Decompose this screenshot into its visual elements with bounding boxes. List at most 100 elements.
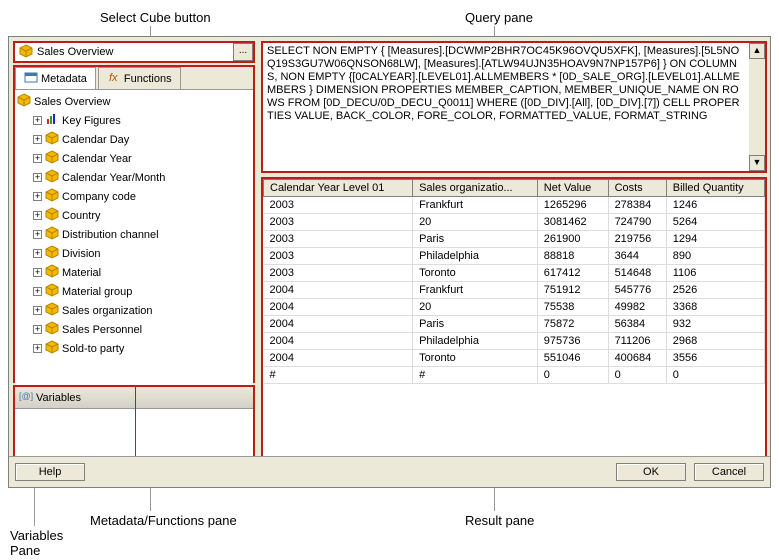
table-header[interactable]: Calendar Year Level 01 (264, 180, 413, 197)
table-cell: 617412 (537, 265, 608, 282)
table-cell: 2968 (666, 333, 764, 350)
tree-item[interactable]: +Sales Personnel (33, 320, 251, 339)
variables-header: [@] Variables (15, 387, 253, 409)
table-cell: 711206 (608, 333, 666, 350)
help-button[interactable]: Help (15, 463, 85, 481)
tab-label: Functions (124, 73, 172, 85)
tree-item-label: Distribution channel (62, 229, 159, 241)
tree-item-icon (45, 150, 59, 167)
table-cell: 2526 (666, 282, 764, 299)
table-cell: 1294 (666, 231, 764, 248)
annotation-meta-pane: Metadata/Functions pane (90, 513, 237, 528)
table-header[interactable]: Net Value (537, 180, 608, 197)
cube-icon (17, 93, 31, 110)
expand-icon[interactable]: + (33, 154, 42, 163)
cancel-button[interactable]: Cancel (694, 463, 764, 481)
table-row[interactable]: 2004Toronto5510464006843556 (264, 350, 765, 367)
tree-item[interactable]: + Calendar Year (33, 149, 251, 168)
tree-item-icon (45, 340, 59, 357)
cube-select-bar: Sales Overview ... (13, 41, 255, 63)
table-cell: 545776 (608, 282, 666, 299)
table-cell: 724790 (608, 214, 666, 231)
tree-root[interactable]: Sales Overview (17, 92, 251, 111)
metadata-tree[interactable]: Sales Overview +Key Figures+Calendar Day… (15, 90, 253, 385)
table-row[interactable]: 2004Frankfurt7519125457762526 (264, 282, 765, 299)
tree-item[interactable]: +Calendar Day (33, 130, 251, 149)
tree-item-icon (45, 283, 59, 300)
tab-metadata[interactable]: Metadata (15, 67, 96, 89)
tree-item-label: Country (62, 210, 101, 222)
expand-icon[interactable]: + (33, 344, 42, 353)
table-row[interactable]: 2004Paris7587256384932 (264, 316, 765, 333)
expand-icon[interactable]: + (33, 268, 42, 277)
expand-icon[interactable]: + (33, 287, 42, 296)
table-row[interactable]: 20042075538499823368 (264, 299, 765, 316)
table-row[interactable]: 2003Paris2619002197561294 (264, 231, 765, 248)
ok-button[interactable]: OK (616, 463, 686, 481)
table-row[interactable]: 2003Frankfurt12652962783841246 (264, 197, 765, 214)
tree-item[interactable]: +Sales organization (33, 301, 251, 320)
annotation-vars-pane: Variables (10, 528, 63, 543)
tree-item[interactable]: + Sold-to party (33, 339, 251, 358)
tree-item-icon (45, 207, 59, 224)
tree-item[interactable]: +Company code (33, 187, 251, 206)
table-cell: 400684 (608, 350, 666, 367)
tree-item[interactable]: +Calendar Year/Month (33, 168, 251, 187)
table-cell: 2003 (264, 265, 413, 282)
table-cell: 2003 (264, 248, 413, 265)
expand-icon[interactable]: + (33, 249, 42, 258)
table-row[interactable]: 2003Philadelphia888183644890 (264, 248, 765, 265)
table-cell: 1246 (666, 197, 764, 214)
table-row[interactable]: 2003Toronto6174125146481106 (264, 265, 765, 282)
query-pane: SELECT NON EMPTY { [Measures].[DCWMP2BHR… (261, 41, 767, 173)
query-text[interactable]: SELECT NON EMPTY { [Measures].[DCWMP2BHR… (263, 43, 749, 171)
expand-icon[interactable]: + (33, 192, 42, 201)
tab-functions[interactable]: fx Functions (98, 67, 181, 89)
app-window: Sales Overview ... Metadata fx Functions… (8, 36, 771, 488)
expand-icon[interactable]: + (33, 173, 42, 182)
variables-icon: [@] (19, 389, 33, 406)
expand-icon[interactable]: + (33, 325, 42, 334)
table-row[interactable]: 2004Philadelphia9757367112062968 (264, 333, 765, 350)
table-cell: 5264 (666, 214, 764, 231)
table-row[interactable]: ##000 (264, 367, 765, 384)
table-header[interactable]: Billed Quantity (666, 180, 764, 197)
tree-item[interactable]: +Key Figures (33, 111, 251, 130)
annotation-query-pane: Query pane (465, 10, 533, 25)
expand-icon[interactable]: + (33, 116, 42, 125)
expand-icon[interactable]: + (33, 211, 42, 220)
tree-item-icon (45, 188, 59, 205)
table-cell: 2004 (264, 333, 413, 350)
table-cell: Frankfurt (413, 197, 538, 214)
expand-icon[interactable]: + (33, 230, 42, 239)
table-cell: 1106 (666, 265, 764, 282)
table-cell: Toronto (413, 350, 538, 367)
tree-item-label: Sold-to party (62, 343, 124, 355)
tree-item-label: Material (62, 267, 101, 279)
select-cube-button[interactable]: ... (233, 43, 253, 61)
table-cell: 56384 (608, 316, 666, 333)
query-scrollbar[interactable]: ▲ ▼ (749, 43, 765, 171)
table-cell: 2003 (264, 214, 413, 231)
tree-label: Sales Overview (34, 96, 110, 108)
tree-item[interactable]: +Material group (33, 282, 251, 301)
table-cell: 514648 (608, 265, 666, 282)
scroll-down-button[interactable]: ▼ (749, 155, 765, 171)
table-cell: 261900 (537, 231, 608, 248)
footer: Help OK Cancel (9, 456, 770, 487)
scroll-up-button[interactable]: ▲ (749, 43, 765, 59)
table-cell: 20 (413, 214, 538, 231)
table-cell: 2003 (264, 231, 413, 248)
tree-item-label: Calendar Year (62, 153, 132, 165)
expand-icon[interactable]: + (33, 306, 42, 315)
expand-icon[interactable]: + (33, 135, 42, 144)
table-cell: 1265296 (537, 197, 608, 214)
tree-item[interactable]: + Country (33, 206, 251, 225)
tree-item[interactable]: + Material (33, 263, 251, 282)
table-header[interactable]: Costs (608, 180, 666, 197)
table-header[interactable]: Sales organizatio... (413, 180, 538, 197)
table-row[interactable]: 20032030814627247905264 (264, 214, 765, 231)
tree-item[interactable]: + Distribution channel (33, 225, 251, 244)
table-cell: 3556 (666, 350, 764, 367)
tree-item[interactable]: +Division (33, 244, 251, 263)
